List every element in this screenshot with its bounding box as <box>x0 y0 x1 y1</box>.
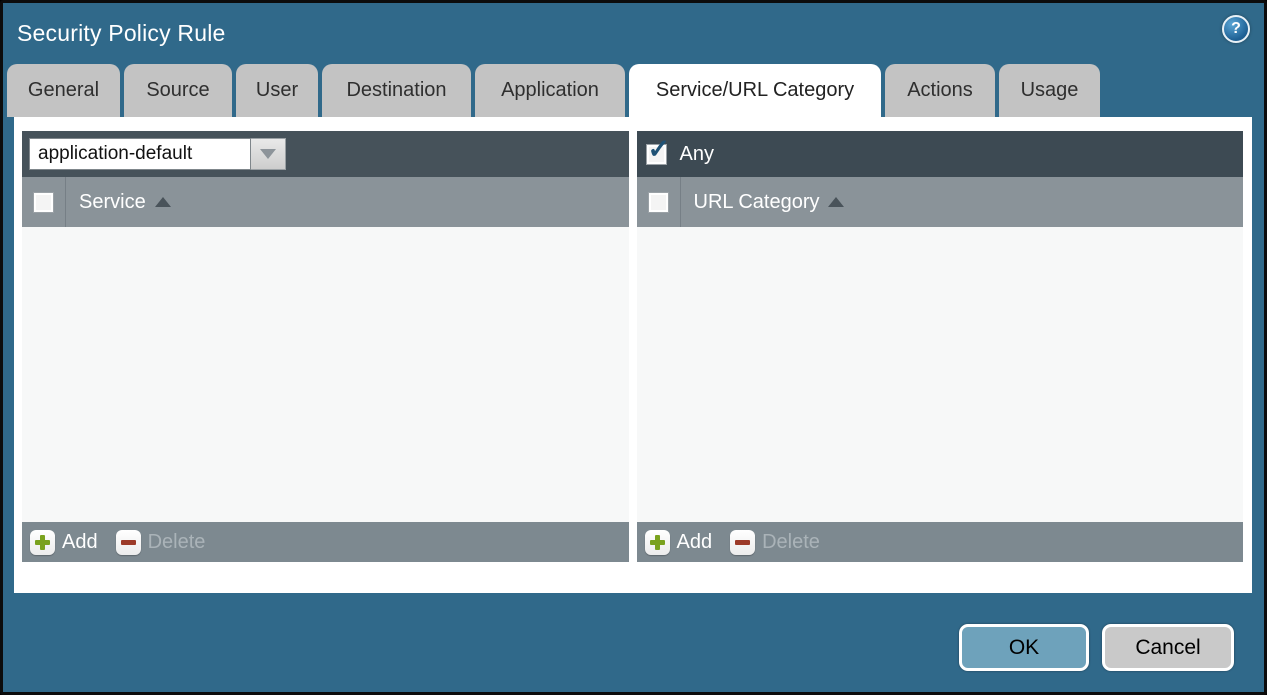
tab-content: Service Add Delete <box>14 117 1252 593</box>
service-select-all-checkbox[interactable] <box>33 192 54 213</box>
tab-usage[interactable]: Usage <box>999 64 1100 117</box>
url-column-label[interactable]: URL Category <box>694 191 820 214</box>
dropdown-arrow-icon <box>260 149 276 159</box>
url-table-body[interactable] <box>637 227 1244 522</box>
security-policy-rule-dialog: Security Policy Rule ? General Source Us… <box>0 0 1267 695</box>
url-header-checkbox-cell <box>637 177 681 227</box>
dialog-button-bar: OK Cancel <box>959 624 1234 671</box>
service-toolbar <box>22 131 629 177</box>
service-header-checkbox-cell <box>22 177 66 227</box>
dialog-title: Security Policy Rule <box>17 20 226 47</box>
tab-user[interactable]: User <box>236 64 318 117</box>
tab-destination[interactable]: Destination <box>322 64 471 117</box>
url-delete-button[interactable]: Delete <box>730 530 820 555</box>
service-type-dropdown[interactable] <box>29 138 286 170</box>
url-any-row: ✓ Any <box>637 131 1244 177</box>
service-add-button[interactable]: Add <box>30 530 98 555</box>
service-panel: Service Add Delete <box>22 131 629 562</box>
tab-bar: General Source User Destination Applicat… <box>3 64 1264 117</box>
add-icon <box>30 530 55 555</box>
service-type-input[interactable] <box>29 138 251 170</box>
delete-button-label: Delete <box>762 531 820 554</box>
service-column-label[interactable]: Service <box>79 191 146 214</box>
delete-icon <box>730 530 755 555</box>
tab-general[interactable]: General <box>7 64 120 117</box>
tab-service-url-category[interactable]: Service/URL Category <box>629 64 881 117</box>
service-table-body[interactable] <box>22 227 629 522</box>
url-category-panel: ✓ Any URL Category Add <box>637 131 1244 562</box>
help-icon[interactable]: ? <box>1222 15 1250 43</box>
add-button-label: Add <box>677 531 713 554</box>
tab-source[interactable]: Source <box>124 64 232 117</box>
delete-icon <box>116 530 141 555</box>
url-any-label: Any <box>680 143 714 166</box>
add-button-label: Add <box>62 531 98 554</box>
delete-button-label: Delete <box>148 531 206 554</box>
service-delete-button[interactable]: Delete <box>116 530 206 555</box>
cancel-button[interactable]: Cancel <box>1102 624 1234 671</box>
titlebar: Security Policy Rule ? <box>3 3 1264 64</box>
service-type-dropdown-button[interactable] <box>251 138 286 170</box>
tab-actions[interactable]: Actions <box>885 64 995 117</box>
url-column-header: URL Category <box>637 177 1244 227</box>
sort-ascending-icon[interactable] <box>828 197 844 207</box>
url-add-button[interactable]: Add <box>645 530 713 555</box>
service-column-header: Service <box>22 177 629 227</box>
ok-button[interactable]: OK <box>959 624 1089 671</box>
add-icon <box>645 530 670 555</box>
service-footer: Add Delete <box>22 522 629 562</box>
url-select-all-checkbox[interactable] <box>648 192 669 213</box>
sort-ascending-icon[interactable] <box>155 197 171 207</box>
url-footer: Add Delete <box>637 522 1244 562</box>
checkmark-icon: ✓ <box>648 136 671 163</box>
tab-application[interactable]: Application <box>475 64 625 117</box>
url-any-checkbox[interactable]: ✓ <box>646 144 667 165</box>
